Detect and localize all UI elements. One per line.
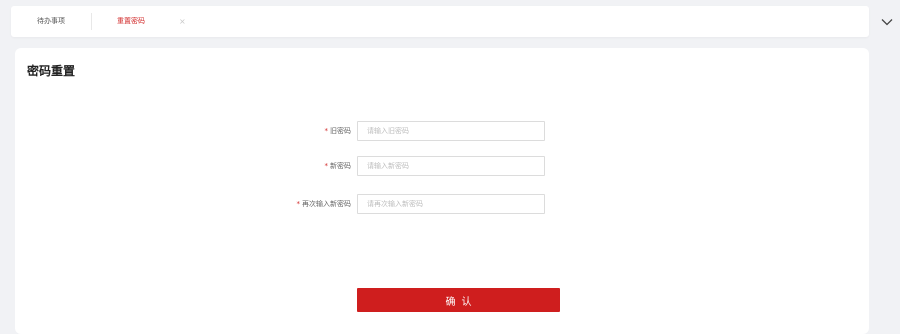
- tab-todo[interactable]: 待办事项: [11, 6, 91, 37]
- required-mark: *: [324, 162, 329, 170]
- new-password-label: * 新密码: [325, 156, 352, 176]
- old-password-input[interactable]: [357, 121, 545, 141]
- form-row-confirm-password: * 再次输入新密码: [15, 194, 869, 214]
- confirm-button[interactable]: 确认: [357, 288, 560, 312]
- new-password-label-text: 新密码: [330, 162, 351, 170]
- chevron-down-icon: [881, 18, 893, 25]
- password-reset-panel: 密码重置 * 旧密码 * 新密码 * 再次输入新密码 确认: [15, 48, 869, 334]
- confirm-password-input[interactable]: [357, 194, 545, 214]
- old-password-label-text: 旧密码: [330, 127, 351, 135]
- required-mark: *: [324, 127, 329, 135]
- form-row-new-password: * 新密码: [15, 156, 869, 176]
- tab-bar: 待办事项 重置密码 ×: [11, 6, 869, 37]
- tab-reset-password-label: 重置密码: [117, 17, 145, 25]
- new-password-input[interactable]: [357, 156, 545, 176]
- tabs-dropdown-button[interactable]: [874, 6, 900, 37]
- required-mark: *: [296, 200, 301, 208]
- tab-todo-label: 待办事项: [37, 17, 65, 25]
- form-row-old-password: * 旧密码: [15, 121, 869, 141]
- tab-close-icon[interactable]: ×: [179, 6, 186, 37]
- page-title: 密码重置: [27, 64, 76, 78]
- tab-reset-password[interactable]: 重置密码 ×: [101, 6, 187, 37]
- old-password-label: * 旧密码: [325, 121, 352, 141]
- confirm-password-label: * 再次输入新密码: [297, 194, 352, 214]
- tab-divider: [91, 13, 92, 30]
- confirm-password-label-text: 再次输入新密码: [302, 200, 351, 208]
